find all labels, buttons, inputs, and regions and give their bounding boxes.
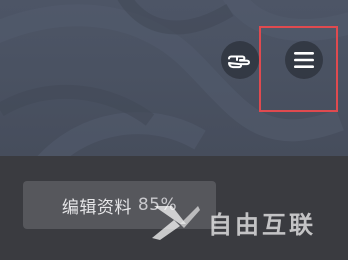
menu-highlight-frame — [259, 26, 338, 112]
x-logo-icon — [152, 206, 200, 240]
watermark: 自由互联 — [150, 197, 340, 247]
profile-screen: 编辑资料 85% 自由互联 — [0, 0, 348, 260]
edit-profile-label: 编辑资料 — [61, 197, 132, 218]
watermark-text: 自由互联 — [208, 210, 316, 239]
cover-background — [0, 0, 348, 156]
gesture-button[interactable] — [221, 41, 259, 79]
hand-pointing-icon — [228, 55, 250, 69]
